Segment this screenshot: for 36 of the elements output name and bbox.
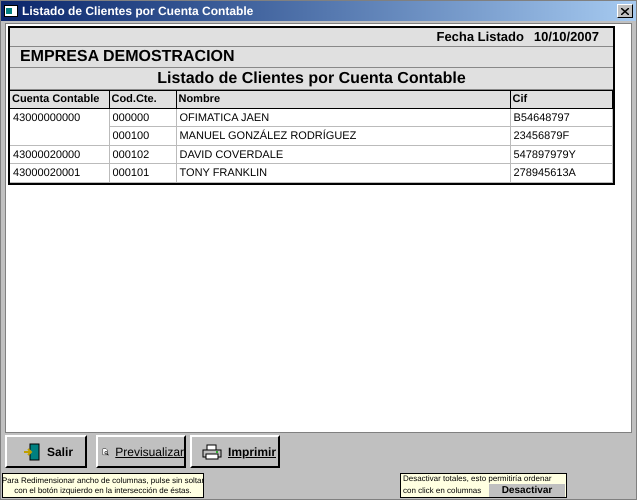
column-header[interactable]: Cod.Cte.	[109, 90, 176, 108]
hint-text: con click en columnas	[403, 486, 482, 496]
table-cell: 278945613A	[510, 164, 612, 182]
door-icon	[23, 442, 41, 460]
column-header[interactable]: Cif	[510, 90, 612, 108]
table-cell: 23456879F	[510, 126, 612, 145]
print-button[interactable]: Imprimir	[190, 435, 280, 468]
hint-text: Desactivar totales, esto permitiría ordenar	[403, 474, 553, 484]
table-cell: 547897979Y	[510, 145, 612, 164]
table-cell: B54648797	[510, 108, 612, 126]
table-cell: 000101	[109, 164, 176, 182]
table-cell: MANUEL GONZÁLEZ RODRÍGUEZ	[176, 126, 510, 145]
close-button[interactable]	[617, 4, 633, 18]
printer-icon	[202, 442, 222, 460]
deactivate-button[interactable]: Desactivar	[489, 484, 565, 497]
table-cell: 43000020000	[10, 145, 109, 164]
close-icon	[621, 8, 629, 14]
date-label: Fecha Listado	[436, 28, 524, 46]
window-icon	[4, 5, 18, 17]
column-header[interactable]: Cuenta Contable	[10, 90, 109, 108]
table-cell: OFIMATICA JAEN	[176, 108, 510, 126]
exit-button[interactable]: Salir	[5, 435, 87, 468]
company-name: EMPRESA DEMOSTRACION	[20, 47, 235, 67]
report-title: Listado de Clientes por Cuenta Contable	[157, 68, 466, 88]
hint-text: con el botón izquierdo en la intersección de éstas.	[14, 486, 192, 496]
table-cell: 43000000000	[10, 108, 109, 145]
table-cell: 43000020001	[10, 164, 109, 182]
table-cell: 000100	[109, 126, 176, 145]
window-title: Listado de Clientes por Cuenta Contable	[22, 3, 254, 20]
date-value: 10/10/2007	[534, 28, 599, 46]
table-cell: DAVID COVERDALE	[176, 145, 510, 164]
preview-button[interactable]: Previsualizar	[96, 435, 186, 468]
table-cell: 000000	[109, 108, 176, 126]
table-cell: TONY FRANKLIN	[176, 164, 510, 182]
table-cell: 000102	[109, 145, 176, 164]
column-header[interactable]: Nombre	[176, 90, 510, 108]
